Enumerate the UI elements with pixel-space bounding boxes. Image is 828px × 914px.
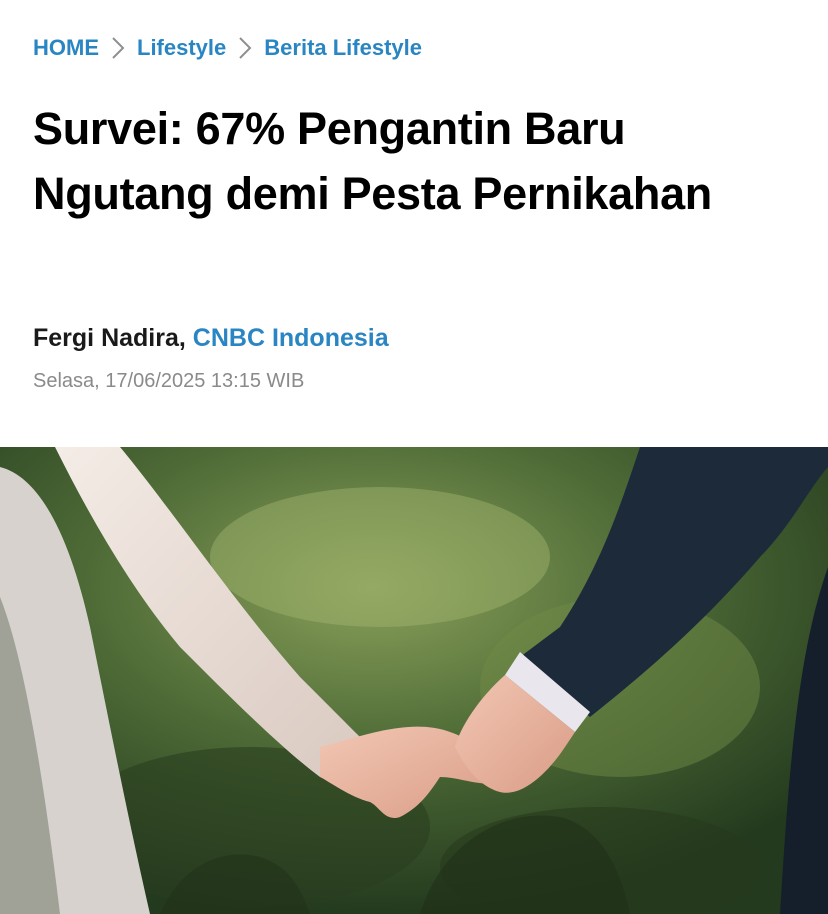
article-title: Survei: 67% Pengantin Baru Ngutang demi … — [33, 103, 712, 219]
hero-image — [0, 447, 828, 914]
author-name: Fergi Nadira — [33, 324, 179, 352]
publish-date: Selasa, 17/06/2025 13:15 WIB — [33, 370, 305, 392]
breadcrumb-home-link[interactable]: HOME — [33, 35, 99, 61]
author-separator: , — [178, 324, 186, 352]
breadcrumb: HOME Lifestyle Berita Lifestyle — [33, 32, 422, 64]
chevron-right-icon — [111, 36, 125, 60]
breadcrumb-lifestyle-link[interactable]: Lifestyle — [137, 35, 226, 61]
article-byline: Fergi Nadira, CNBC Indonesia — [33, 324, 389, 353]
chevron-right-icon — [238, 36, 252, 60]
breadcrumb-berita-lifestyle-link[interactable]: Berita Lifestyle — [264, 35, 422, 61]
publisher-link[interactable]: CNBC Indonesia — [193, 324, 389, 352]
